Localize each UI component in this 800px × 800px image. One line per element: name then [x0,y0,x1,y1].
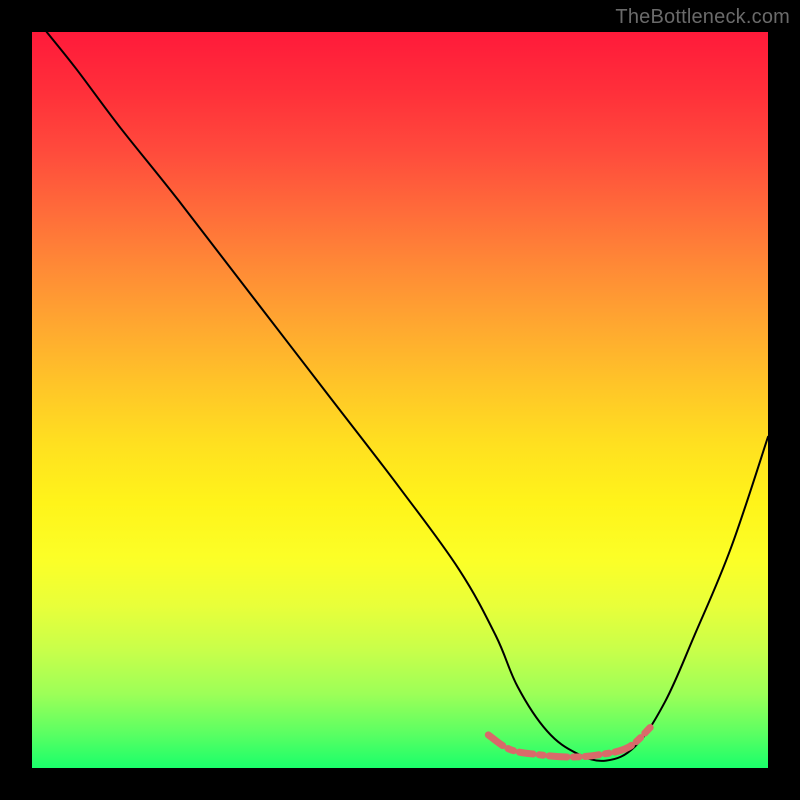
curve-layer [32,32,768,768]
bottleneck-curve [47,32,768,761]
watermark-label: TheBottleneck.com [615,6,790,29]
optimal-band [488,728,650,758]
chart-frame: TheBottleneck.com [0,0,800,800]
plot-area [32,32,768,768]
